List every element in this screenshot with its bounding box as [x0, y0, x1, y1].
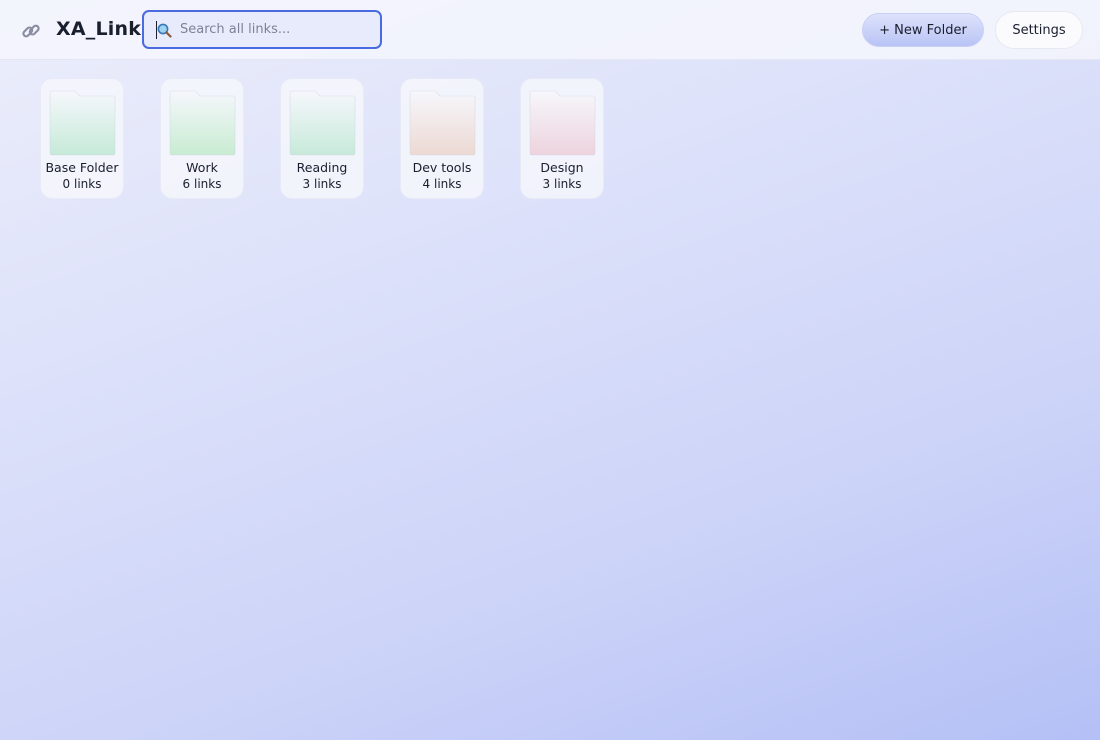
- folder-name: Design: [540, 160, 584, 175]
- folder-icon: [49, 90, 116, 156]
- new-folder-button[interactable]: + New Folder: [862, 13, 984, 47]
- folder-card-reading[interactable]: Reading 3 links: [280, 78, 364, 199]
- folder-icon: [409, 90, 476, 156]
- folder-link-count: 4 links: [422, 177, 462, 191]
- folder-link-count: 0 links: [62, 177, 102, 191]
- folder-link-count: 3 links: [302, 177, 342, 191]
- folder-icon: [529, 90, 596, 156]
- folder-card-work[interactable]: Work 6 links: [160, 78, 244, 199]
- settings-button[interactable]: Settings: [995, 11, 1083, 49]
- app-title: XA_Link: [56, 18, 142, 40]
- folder-name: Reading: [296, 160, 348, 175]
- magnifier-icon: [157, 23, 172, 38]
- folder-name: Base Folder: [45, 160, 119, 175]
- search-box[interactable]: [142, 10, 382, 49]
- folder-name: Work: [186, 160, 218, 175]
- search-input[interactable]: [180, 12, 376, 47]
- link-icon: [22, 24, 40, 38]
- folder-icon: [169, 90, 236, 156]
- folder-card-dev-tools[interactable]: Dev tools 4 links: [400, 78, 484, 199]
- text-cursor: [156, 21, 157, 39]
- folder-grid: Base Folder 0 links Work 6 links Reading…: [40, 78, 604, 199]
- folder-card-design[interactable]: Design 3 links: [520, 78, 604, 199]
- folder-link-count: 3 links: [542, 177, 582, 191]
- folder-card-base-folder[interactable]: Base Folder 0 links: [40, 78, 124, 199]
- folder-icon: [289, 90, 356, 156]
- folder-name: Dev tools: [412, 160, 472, 175]
- folder-link-count: 6 links: [182, 177, 222, 191]
- top-bar: XA_Link + New Folder Settings: [0, 0, 1100, 60]
